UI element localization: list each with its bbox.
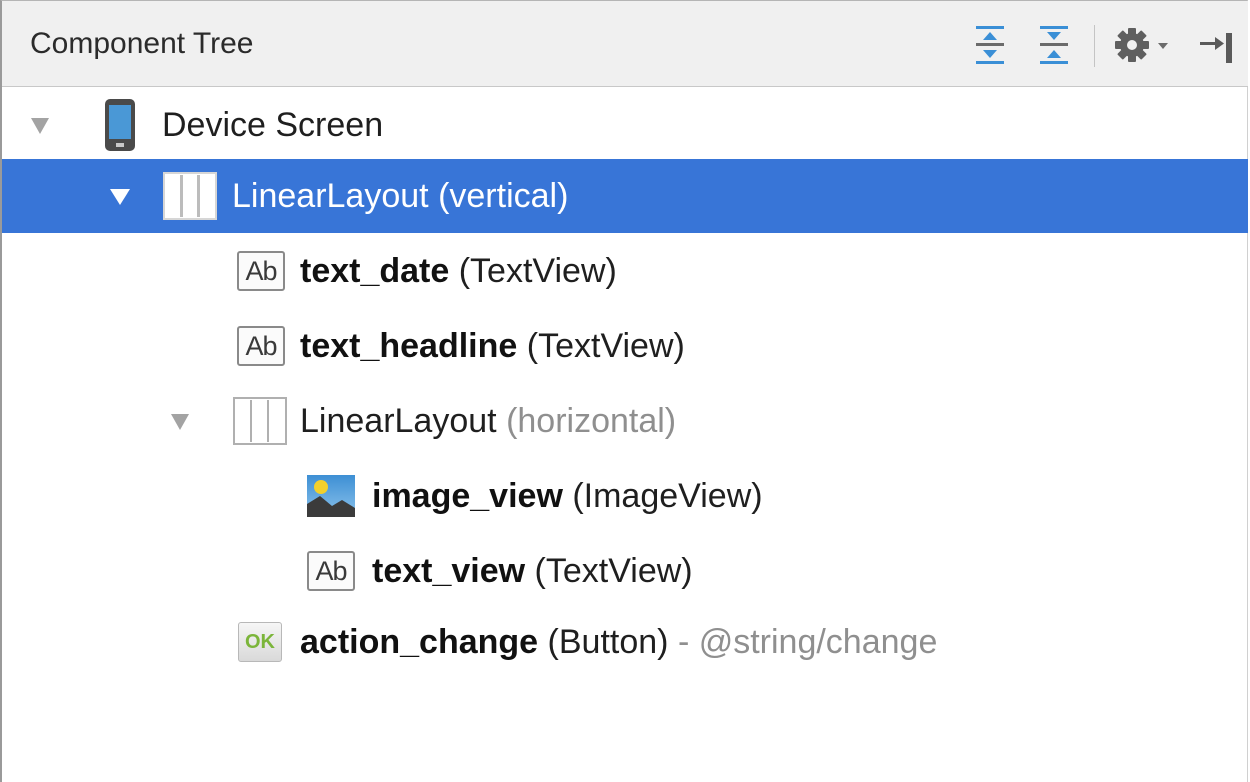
- tree-node-linearlayout-horizontal[interactable]: LinearLayout (horizontal): [2, 384, 1248, 458]
- node-type: (TextView): [534, 552, 693, 590]
- node-name: text_date: [300, 252, 450, 290]
- node-name: Device Screen: [162, 106, 384, 144]
- node-name: image_view: [372, 477, 563, 515]
- expand-arrow[interactable]: [100, 159, 140, 233]
- tree-node-image-view[interactable]: image_view (ImageView): [2, 459, 1248, 533]
- node-name: action_change: [300, 623, 539, 661]
- node-name: text_view: [372, 552, 526, 590]
- node-type: (ImageView): [572, 477, 763, 515]
- node-extra: - @string/change: [677, 623, 938, 661]
- expand-arrow[interactable]: [160, 384, 200, 458]
- hide-panel-button[interactable]: [1194, 23, 1238, 67]
- component-tree-panel: Component Tree Device Screen LinearLayou…: [0, 0, 1248, 782]
- device-icon: [100, 88, 140, 162]
- tree-node-text-headline[interactable]: Ab text_headline (TextView): [2, 309, 1248, 383]
- node-name: LinearLayout: [232, 177, 429, 215]
- panel-header: Component Tree: [2, 1, 1248, 87]
- node-type: (horizontal): [506, 402, 677, 440]
- expand-all-button[interactable]: [968, 23, 1012, 67]
- tree-node-device-screen[interactable]: Device Screen: [2, 88, 1248, 162]
- chevron-down-icon: [110, 189, 130, 205]
- linear-layout-icon: [232, 384, 288, 458]
- tree-node-text-date[interactable]: Ab text_date (TextView): [2, 234, 1248, 308]
- textview-icon: Ab: [237, 251, 285, 291]
- collapse-all-icon: [1040, 26, 1068, 64]
- node-type: (vertical): [438, 177, 569, 215]
- linear-layout-icon: [162, 159, 218, 233]
- hide-panel-icon: [1200, 33, 1232, 63]
- textview-icon: Ab: [307, 551, 355, 591]
- expand-arrow[interactable]: [20, 88, 60, 162]
- gear-icon: [1115, 28, 1168, 62]
- imageview-icon: [306, 459, 356, 533]
- button-icon: OK: [238, 622, 282, 662]
- panel-title: Component Tree: [30, 27, 254, 60]
- settings-menu-button[interactable]: [1106, 23, 1186, 67]
- textview-icon: Ab: [237, 326, 285, 366]
- collapse-all-button[interactable]: [1032, 23, 1076, 67]
- chevron-down-icon: [31, 118, 49, 134]
- node-type: (Button): [547, 623, 669, 661]
- tree-node-text-view[interactable]: Ab text_view (TextView): [2, 534, 1248, 608]
- expand-all-icon: [976, 26, 1004, 64]
- tree-node-action-change[interactable]: OK action_change (Button) - @string/chan…: [2, 605, 1248, 679]
- chevron-down-icon: [171, 414, 189, 430]
- tree-node-linearlayout-vertical[interactable]: LinearLayout (vertical): [2, 159, 1248, 233]
- node-name: LinearLayout: [300, 402, 497, 440]
- node-type: (TextView): [526, 327, 685, 365]
- toolbar-separator: [1094, 25, 1095, 67]
- node-type: (TextView): [458, 252, 617, 290]
- node-name: text_headline: [300, 327, 518, 365]
